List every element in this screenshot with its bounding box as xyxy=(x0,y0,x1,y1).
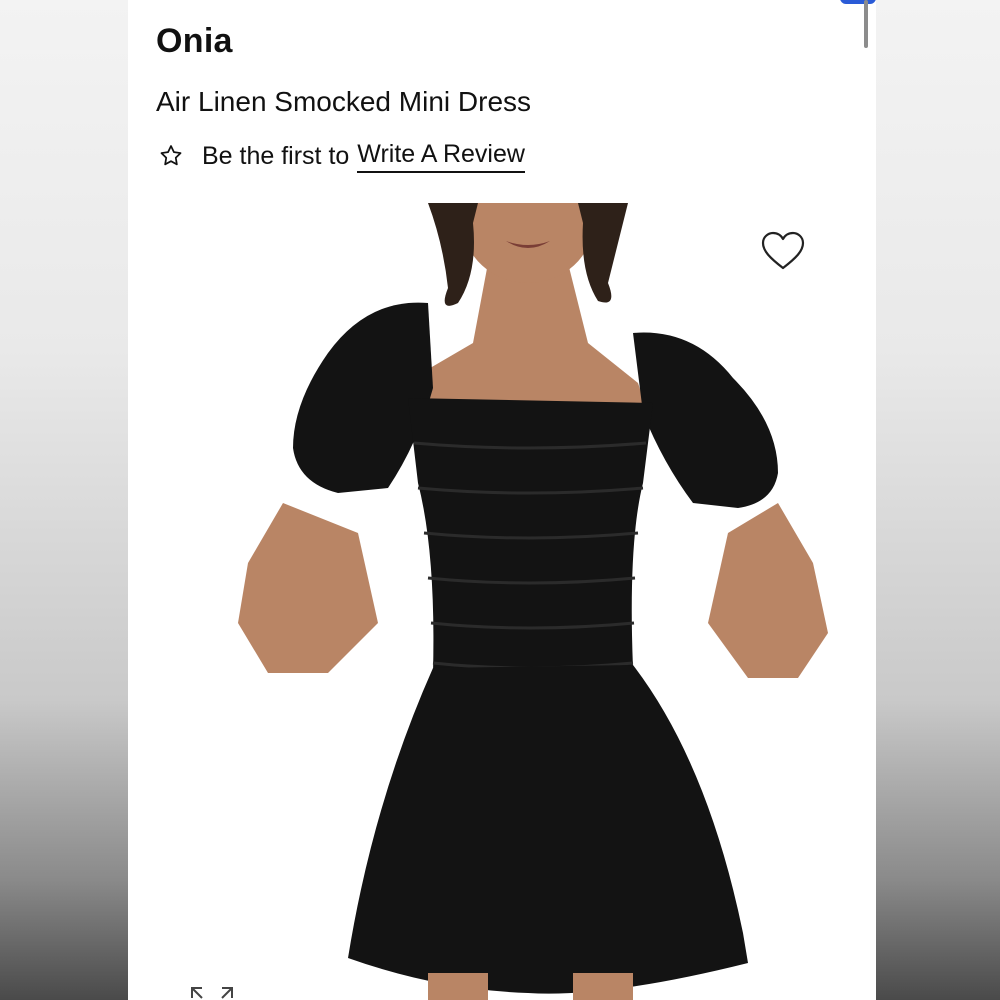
star-outline-icon xyxy=(158,143,184,169)
background-left xyxy=(0,0,128,1000)
add-to-wishlist-button[interactable] xyxy=(760,230,806,272)
background-right xyxy=(876,0,1000,1000)
product-title: Air Linen Smocked Mini Dress xyxy=(156,86,532,117)
product-card: Onia Air Linen Smocked Mini Dress Be the… xyxy=(128,0,876,1000)
write-review-link[interactable]: Write A Review xyxy=(357,140,525,173)
scrollbar-thumb[interactable] xyxy=(864,0,868,48)
product-image[interactable] xyxy=(188,203,848,1000)
expand-icon[interactable] xyxy=(190,984,234,1000)
scrollbar[interactable] xyxy=(864,0,870,50)
heart-outline-icon xyxy=(760,231,806,275)
brand-name[interactable]: Onia xyxy=(156,22,233,61)
review-row: Be the first to Write A Review xyxy=(158,138,525,174)
top-tab-indicator xyxy=(840,0,876,4)
review-prompt: Be the first to xyxy=(202,141,350,170)
